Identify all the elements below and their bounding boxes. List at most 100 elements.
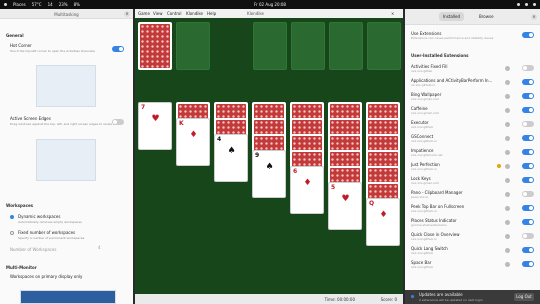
extension-row: Pano - Clipboard Manager pano.xxx.io bbox=[411, 190, 534, 200]
menu-game[interactable]: Game bbox=[138, 11, 150, 16]
close-icon[interactable]: × bbox=[531, 14, 537, 20]
update-available-icon bbox=[497, 164, 501, 168]
extension-author: xxx.xxx.gmail.com bbox=[411, 181, 440, 185]
power-icon[interactable] bbox=[533, 3, 536, 6]
top-bar: Places 57°C 14 23% 8% Fr 02 Aug 20:08 bbox=[0, 0, 540, 9]
extension-row: Quick Lang Switch xxx.xxx.github bbox=[411, 246, 534, 256]
extension-author: xxx.xxx.github.io bbox=[411, 167, 437, 171]
extension-toggle[interactable] bbox=[522, 233, 534, 239]
tab-browse[interactable]: Browse bbox=[475, 12, 498, 21]
card-rank: Q bbox=[369, 200, 375, 207]
close-icon[interactable]: × bbox=[391, 11, 394, 16]
multitasking-header: Multitasking × bbox=[0, 9, 133, 19]
card-suit: ♠ bbox=[227, 146, 237, 156]
foundation-slot[interactable] bbox=[329, 22, 363, 70]
waste-slot[interactable] bbox=[176, 22, 210, 70]
extension-row: Bing Wallpaper xxx.xxx.gmail.com bbox=[411, 92, 534, 102]
workspace-count-value[interactable]: 4 bbox=[98, 245, 101, 250]
settings-icon[interactable] bbox=[505, 262, 510, 267]
active-edges-illustration bbox=[36, 139, 96, 181]
menu-view[interactable]: View bbox=[153, 11, 163, 16]
extension-toggle[interactable] bbox=[522, 79, 534, 85]
card-rank: 6 bbox=[293, 168, 298, 175]
extension-toggle[interactable] bbox=[522, 65, 534, 71]
extension-toggle[interactable] bbox=[522, 163, 534, 169]
active-edges-toggle[interactable] bbox=[112, 119, 124, 125]
dynamic-radio[interactable] bbox=[10, 215, 14, 219]
settings-icon[interactable] bbox=[505, 220, 510, 225]
card-rank: 9 bbox=[255, 152, 260, 159]
info-icon bbox=[411, 295, 414, 298]
extension-author: xxx.xxx.gmail.com bbox=[411, 97, 440, 101]
tableau-card[interactable]: 6 ♦ bbox=[290, 166, 324, 214]
settings-icon[interactable] bbox=[505, 122, 510, 127]
menu-control[interactable]: Control bbox=[167, 11, 181, 16]
tableau-card[interactable]: Q ♦ bbox=[366, 198, 400, 246]
extension-toggle[interactable] bbox=[522, 205, 534, 211]
card-rank: 5 bbox=[331, 184, 336, 191]
hot-corner-toggle[interactable] bbox=[112, 46, 124, 52]
tableau-card[interactable]: 5 ♥ bbox=[328, 182, 362, 230]
clock[interactable]: Fr 02 Aug 20:08 bbox=[0, 2, 540, 7]
settings-icon[interactable] bbox=[505, 150, 510, 155]
card-rank: 7 bbox=[141, 104, 146, 111]
time-label: Time: 00:00:00 bbox=[324, 297, 355, 302]
foundation-slot[interactable] bbox=[367, 22, 401, 70]
tableau-card[interactable]: K ♦ bbox=[176, 118, 210, 166]
extension-toggle[interactable] bbox=[522, 219, 534, 225]
logout-button[interactable]: Log Out bbox=[514, 293, 534, 301]
extension-row: Lock Keys xxx.xxx.gmail.com bbox=[411, 176, 534, 186]
settings-icon[interactable] bbox=[505, 136, 510, 141]
multi-monitor-illustration bbox=[20, 290, 116, 304]
extension-toggle[interactable] bbox=[522, 261, 534, 267]
settings-icon[interactable] bbox=[505, 80, 510, 85]
card-rank: 4 bbox=[217, 136, 222, 143]
extension-toggle[interactable] bbox=[522, 107, 534, 113]
tableau-card[interactable]: 4 ♠ bbox=[214, 134, 248, 182]
foundation-slot[interactable] bbox=[291, 22, 325, 70]
menu-klondike[interactable]: Klondike bbox=[186, 11, 203, 16]
extension-toggle[interactable] bbox=[522, 135, 534, 141]
extension-toggle[interactable] bbox=[522, 247, 534, 253]
foundation-slot[interactable] bbox=[253, 22, 287, 70]
fixed-row: Fixed number of workspaces Specify a numb… bbox=[18, 230, 84, 240]
extension-row: Peek Top Bar on Fullscreen xxx.xxx.github… bbox=[411, 204, 534, 214]
extension-toggle[interactable] bbox=[522, 191, 534, 197]
extension-row: Space Bar xxx.xxx.github bbox=[411, 260, 534, 270]
volume-icon[interactable] bbox=[525, 3, 528, 6]
settings-icon[interactable] bbox=[505, 94, 510, 99]
extension-row: Applications and ACtivityBarPerform In..… bbox=[411, 78, 534, 88]
fixed-radio[interactable] bbox=[10, 231, 14, 235]
extension-toggle[interactable] bbox=[522, 121, 534, 127]
extension-author: pano.xxx.io bbox=[411, 195, 429, 199]
settings-icon[interactable] bbox=[505, 248, 510, 253]
settings-icon[interactable] bbox=[505, 178, 510, 183]
extension-toggle[interactable] bbox=[522, 177, 534, 183]
settings-icon[interactable] bbox=[505, 164, 510, 169]
tableau-card[interactable]: 7 ♥ bbox=[138, 102, 172, 150]
tab-installed[interactable]: Installed bbox=[439, 12, 465, 21]
card-suit: ♦ bbox=[189, 130, 199, 140]
use-extensions-toggle[interactable] bbox=[522, 32, 534, 38]
settings-icon[interactable] bbox=[505, 234, 510, 239]
use-extensions-desc: Extensions can cause performance and sta… bbox=[411, 36, 494, 40]
extension-toggle[interactable] bbox=[522, 149, 534, 155]
section-workspaces: Workspaces bbox=[6, 203, 34, 208]
hot-corner-desc: Touch the top-left corner to open the Ac… bbox=[10, 49, 95, 53]
primary-only-label: Workspaces on primary display only bbox=[10, 274, 83, 279]
stock-pile[interactable] bbox=[138, 22, 172, 70]
settings-icon[interactable] bbox=[505, 206, 510, 211]
dynamic-row: Dynamic workspaces Automatically removes … bbox=[18, 214, 82, 224]
network-icon[interactable] bbox=[517, 3, 520, 6]
fixed-desc: Specify a number of permanent workspaces bbox=[18, 236, 85, 240]
close-icon[interactable]: × bbox=[124, 11, 130, 17]
extension-author: xxx.xxx.github.io bbox=[411, 139, 437, 143]
extension-toggle[interactable] bbox=[522, 93, 534, 99]
settings-icon[interactable] bbox=[505, 66, 510, 71]
settings-icon[interactable] bbox=[505, 192, 510, 197]
tableau-card[interactable]: 9 ♠ bbox=[252, 150, 286, 198]
window-title: Multitasking bbox=[54, 12, 79, 17]
klondike-window: Game View Control Klondike Help Klondike… bbox=[135, 9, 403, 304]
menu-help[interactable]: Help bbox=[207, 11, 216, 16]
settings-icon[interactable] bbox=[505, 108, 510, 113]
